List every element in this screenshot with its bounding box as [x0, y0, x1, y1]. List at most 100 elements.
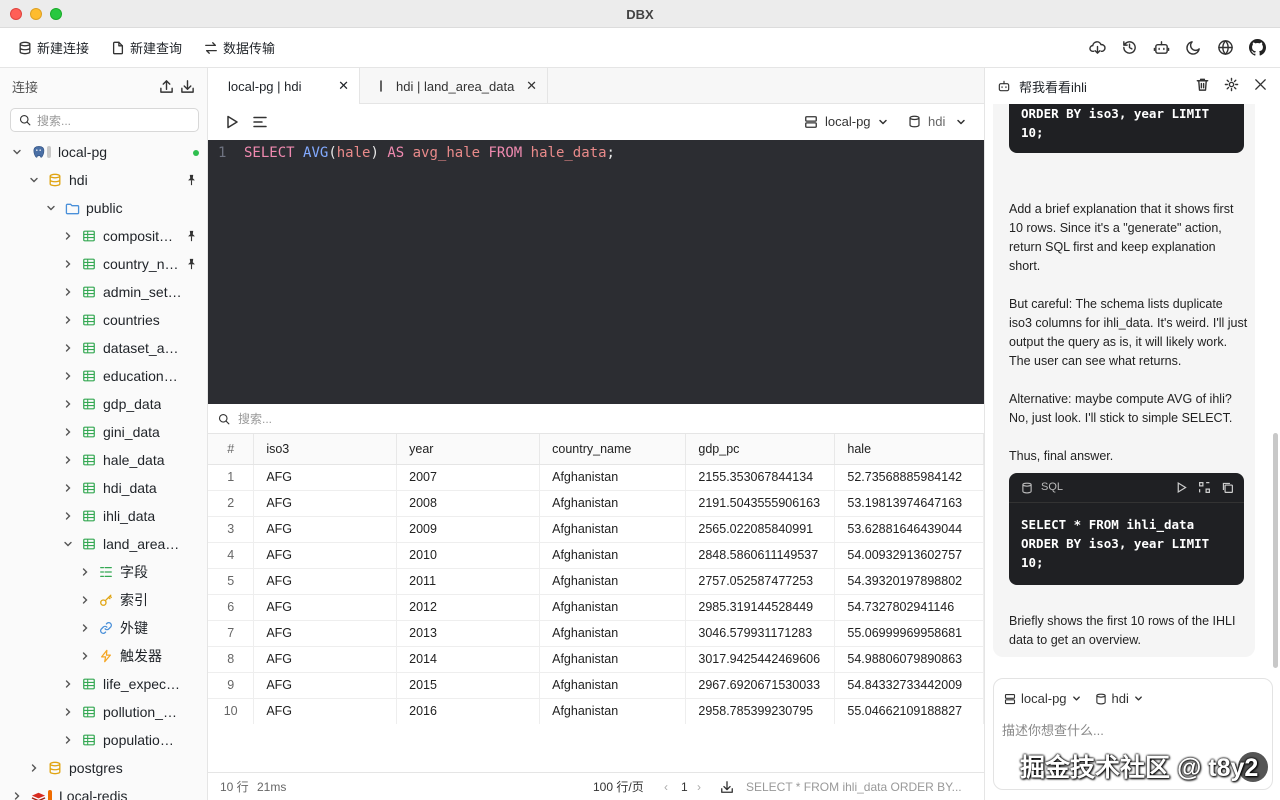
table-cell[interactable]: 2011 — [396, 568, 541, 595]
column-header[interactable]: country_name — [539, 434, 687, 465]
table-cell[interactable]: AFG — [253, 568, 398, 595]
table-cell[interactable]: 3046.579931171283 — [685, 620, 836, 647]
table-cell[interactable]: 2013 — [396, 620, 541, 647]
tree-item[interactable]: 索引 — [0, 586, 207, 614]
github-icon[interactable] — [1248, 38, 1266, 56]
row-number[interactable]: 1 — [208, 464, 255, 491]
table-cell[interactable]: Afghanistan — [539, 568, 687, 595]
table-cell[interactable]: 2007 — [396, 464, 541, 491]
table-row[interactable]: 4 AFG 2010 Afghanistan 2848.5860611149537 54.… — [208, 542, 984, 569]
page-size-select[interactable]: 100 行/页 — [593, 778, 644, 795]
row-number[interactable]: 5 — [208, 568, 255, 595]
table-cell[interactable]: 54.7327802941146 — [834, 594, 984, 621]
new-connection-button[interactable]: 新建连接 — [18, 38, 89, 57]
row-number[interactable]: 9 — [208, 672, 255, 699]
tree-item[interactable]: 触发器 — [0, 642, 207, 670]
tree-item[interactable]: gini_data — [0, 418, 207, 446]
tree-item[interactable]: life_expec… — [0, 670, 207, 698]
table-cell[interactable]: 2848.5860611149537 — [685, 542, 836, 569]
tree-item[interactable]: country_n… — [0, 250, 207, 278]
close-icon[interactable]: ✕ — [526, 78, 537, 94]
history-icon[interactable] — [1120, 38, 1138, 56]
tree-item[interactable]: ihli_data — [0, 502, 207, 530]
chevron-right-icon[interactable] — [78, 649, 92, 663]
chevron-right-icon[interactable] — [61, 285, 75, 299]
chevron-down-icon[interactable] — [44, 201, 58, 215]
tree-item[interactable]: dataset_a… — [0, 334, 207, 362]
tree-item[interactable]: admin_set… — [0, 278, 207, 306]
table-cell[interactable]: AFG — [253, 594, 398, 621]
table-cell[interactable]: 2958.785399230795 — [685, 698, 836, 724]
table-cell[interactable]: 2014 — [396, 646, 541, 673]
chat-database-select[interactable]: hdi — [1095, 691, 1143, 706]
prev-page-icon[interactable]: ‹ — [664, 780, 668, 794]
next-page-icon[interactable]: › — [697, 780, 701, 794]
table-row[interactable]: 9 AFG 2015 Afghanistan 2967.6920671530033 54.… — [208, 672, 984, 699]
table-cell[interactable]: 52.73568885984142 — [834, 464, 984, 491]
row-number[interactable]: 7 — [208, 620, 255, 647]
table-cell[interactable]: Afghanistan — [539, 620, 687, 647]
column-header[interactable]: gdp_pc — [685, 434, 836, 465]
sidebar-search-input[interactable]: 搜索... — [10, 108, 199, 132]
chevron-down-icon[interactable] — [61, 537, 75, 551]
run-icon[interactable] — [224, 114, 240, 130]
tree-item[interactable]: postgres — [0, 754, 207, 782]
table-cell[interactable]: AFG — [253, 672, 398, 699]
tree-item[interactable]: education… — [0, 362, 207, 390]
table-cell[interactable]: AFG — [253, 620, 398, 647]
column-header[interactable]: # — [208, 434, 255, 465]
chevron-right-icon[interactable] — [61, 341, 75, 355]
chevron-right-icon[interactable] — [78, 593, 92, 607]
tree-item[interactable]: composit… — [0, 222, 207, 250]
chevron-right-icon[interactable] — [61, 481, 75, 495]
database-select[interactable]: hdi — [908, 114, 966, 129]
table-cell[interactable]: Afghanistan — [539, 516, 687, 543]
new-query-button[interactable]: 新建查询 — [111, 38, 182, 57]
tree-item[interactable]: hale_data — [0, 446, 207, 474]
chevron-down-icon[interactable] — [27, 173, 41, 187]
close-icon[interactable] — [1253, 77, 1268, 92]
tree-item[interactable]: pollution_… — [0, 698, 207, 726]
table-cell[interactable]: AFG — [253, 490, 398, 517]
table-cell[interactable]: Afghanistan — [539, 672, 687, 699]
table-row[interactable]: 5 AFG 2011 Afghanistan 2757.052587477253 54.3… — [208, 568, 984, 595]
table-cell[interactable]: 2009 — [396, 516, 541, 543]
chevron-right-icon[interactable] — [61, 313, 75, 327]
import-icon[interactable] — [180, 79, 195, 94]
table-cell[interactable]: AFG — [253, 698, 398, 724]
table-cell[interactable]: 2008 — [396, 490, 541, 517]
chevron-right-icon[interactable] — [61, 677, 75, 691]
chevron-right-icon[interactable] — [78, 621, 92, 635]
table-row[interactable]: 10 AFG 2016 Afghanistan 2958.785399230795 55.… — [208, 698, 984, 724]
tree-item[interactable]: hdi — [0, 166, 207, 194]
chevron-right-icon[interactable] — [78, 565, 92, 579]
tree-item[interactable]: populatio… — [0, 726, 207, 754]
table-cell[interactable]: 2155.353067844134 — [685, 464, 836, 491]
connection-select[interactable]: local-pg — [804, 114, 888, 129]
table-cell[interactable]: 2191.5043555906163 — [685, 490, 836, 517]
table-cell[interactable]: AFG — [253, 516, 398, 543]
chevron-right-icon[interactable] — [61, 257, 75, 271]
table-cell[interactable]: Afghanistan — [539, 464, 687, 491]
row-number[interactable]: 6 — [208, 594, 255, 621]
data-transfer-button[interactable]: 数据传输 — [204, 38, 275, 57]
table-cell[interactable]: Afghanistan — [539, 594, 687, 621]
tree-item[interactable]: Local-redis — [0, 782, 207, 800]
row-number[interactable]: 8 — [208, 646, 255, 673]
chevron-down-icon[interactable] — [10, 145, 24, 159]
globe-icon[interactable] — [1216, 38, 1234, 56]
format-icon[interactable] — [252, 114, 268, 130]
table-cell[interactable]: 55.06999969958681 — [834, 620, 984, 647]
export-icon[interactable] — [159, 79, 174, 94]
download-icon[interactable] — [720, 780, 734, 794]
table-cell[interactable]: AFG — [253, 646, 398, 673]
row-number[interactable]: 2 — [208, 490, 255, 517]
table-cell[interactable]: 54.39320197898802 — [834, 568, 984, 595]
table-row[interactable]: 1 AFG 2007 Afghanistan 2155.353067844134 52.7… — [208, 464, 984, 491]
chevron-right-icon[interactable] — [61, 397, 75, 411]
tree-item[interactable]: land_area… — [0, 530, 207, 558]
table-cell[interactable]: Afghanistan — [539, 698, 687, 724]
results-search-input[interactable]: 搜索... — [208, 404, 984, 434]
table-cell[interactable]: 2985.319144528449 — [685, 594, 836, 621]
table-cell[interactable]: Afghanistan — [539, 490, 687, 517]
